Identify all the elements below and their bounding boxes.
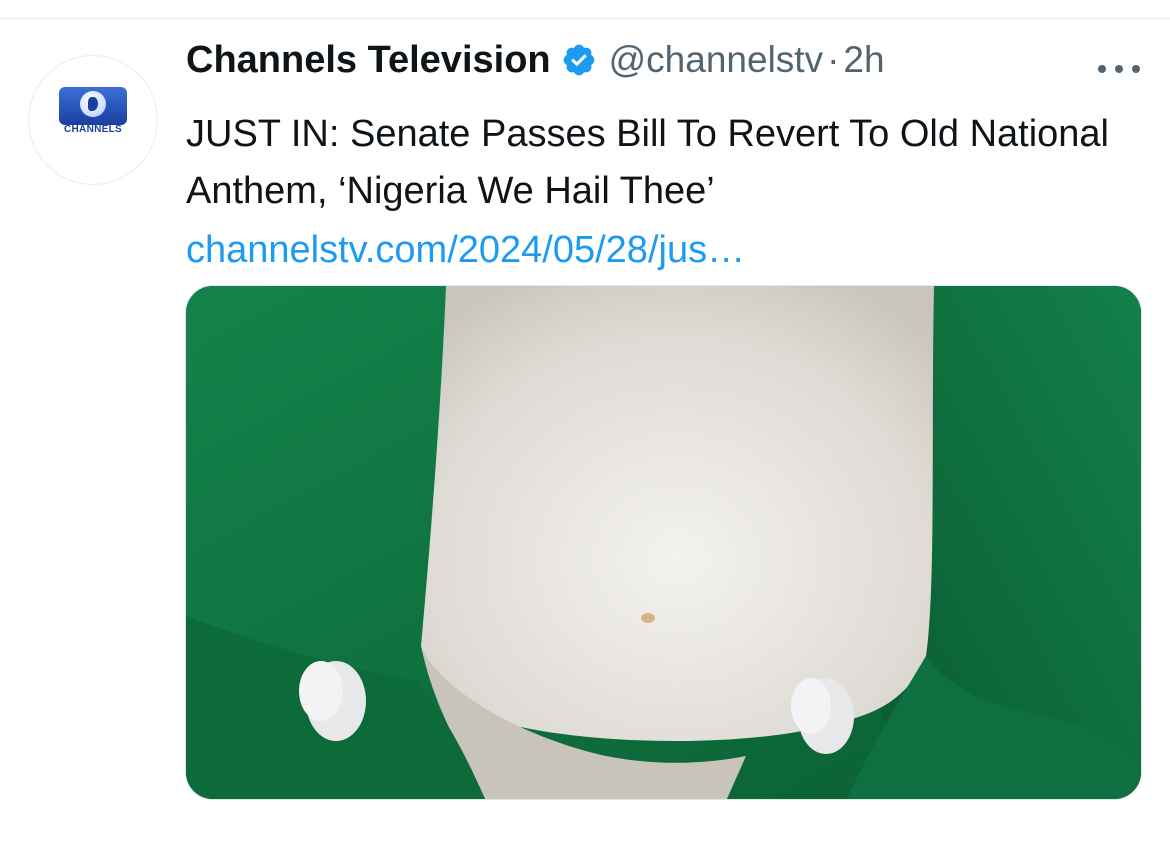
globe-icon [80, 91, 106, 117]
more-dot [1132, 65, 1140, 73]
timestamp[interactable]: 2h [843, 39, 884, 81]
tweet-image[interactable] [185, 285, 1142, 800]
author-handle[interactable]: @channelstv [609, 39, 823, 81]
channels-logo-icon [59, 87, 127, 125]
africa-shape [88, 97, 98, 111]
author-name[interactable]: Channels Television [186, 39, 551, 82]
tweet-text: JUST IN: Senate Passes Bill To Revert To… [186, 113, 1109, 212]
separator-dot: · [827, 39, 840, 80]
tweet-card[interactable]: CHANNELS Channels Television @channelstv… [0, 0, 1170, 825]
more-dot [1098, 65, 1106, 73]
verified-badge-icon[interactable] [561, 42, 597, 78]
tweet-link[interactable]: channelstv.com/2024/05/28/jus… [186, 222, 745, 279]
more-options-icon[interactable] [1098, 62, 1140, 76]
avatar[interactable]: CHANNELS [28, 55, 158, 185]
nigeria-flag-icon [186, 286, 1141, 799]
more-dot [1115, 65, 1123, 73]
avatar-logo-text: CHANNELS [64, 124, 122, 135]
tweet-header: Channels Television @channelstv · 2h [186, 36, 885, 84]
